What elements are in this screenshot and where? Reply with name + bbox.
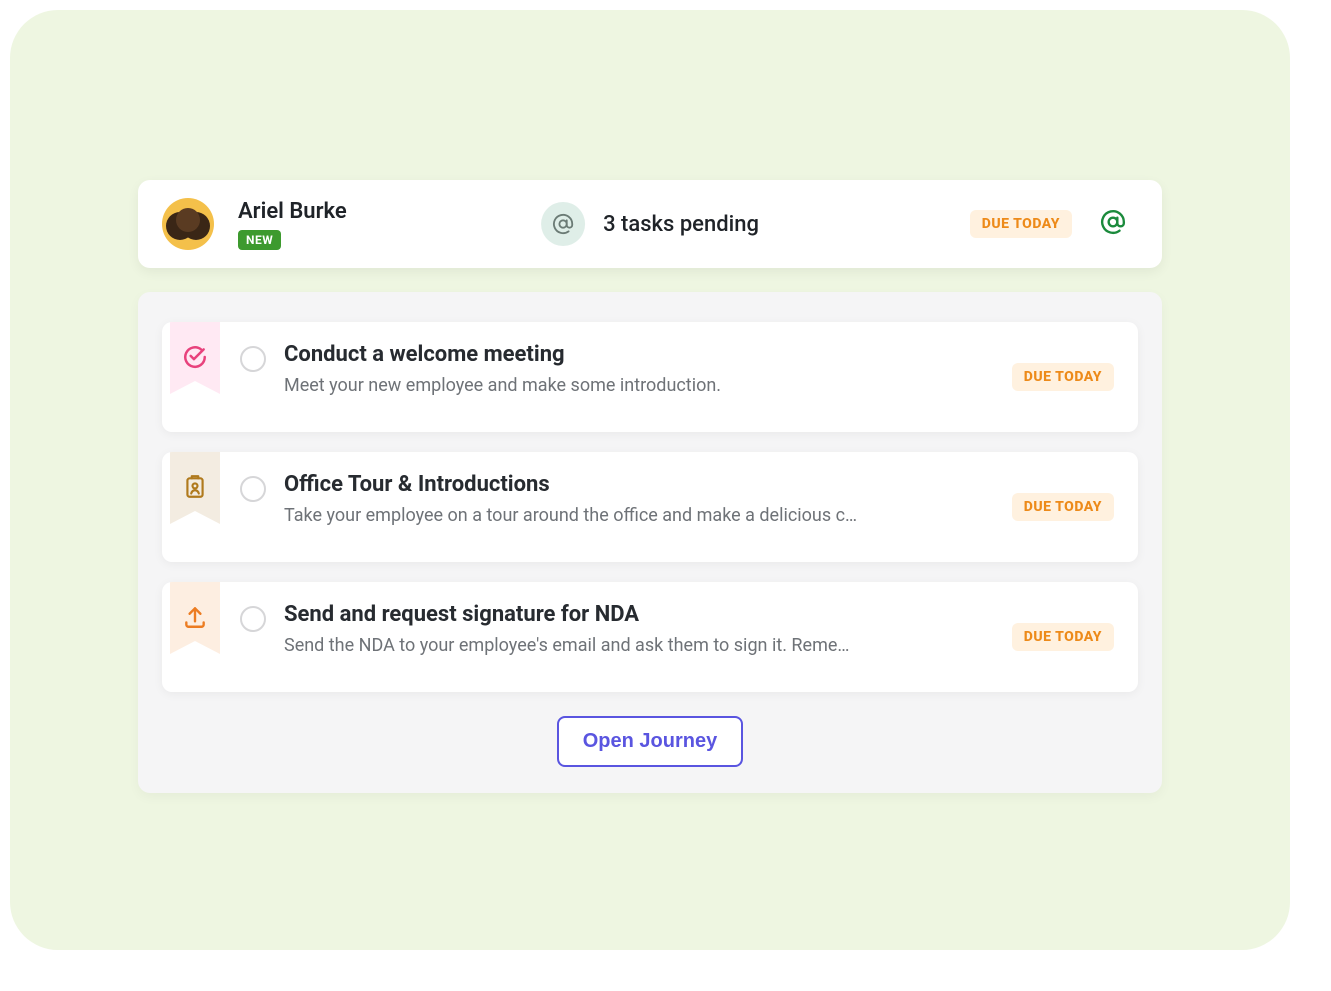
task-complete-checkbox[interactable] — [240, 476, 266, 502]
name-block: Ariel Burke NEW — [238, 199, 347, 250]
task-complete-checkbox[interactable] — [240, 606, 266, 632]
tasks-panel: Conduct a welcome meeting Meet your new … — [138, 292, 1162, 793]
task-title: Send and request signature for NDA — [284, 602, 1004, 627]
task-checkbox-col — [228, 452, 278, 562]
upload-icon — [182, 604, 208, 634]
task-card[interactable]: Conduct a welcome meeting Meet your new … — [162, 322, 1138, 432]
id-badge-icon — [182, 474, 208, 504]
task-title: Conduct a welcome meeting — [284, 342, 1004, 367]
person-name: Ariel Burke — [238, 199, 347, 224]
task-right: DUE TODAY — [1012, 582, 1138, 692]
task-card[interactable]: Send and request signature for NDA Send … — [162, 582, 1138, 692]
task-ribbon — [162, 582, 228, 692]
task-checkbox-col — [228, 322, 278, 432]
task-body: Conduct a welcome meeting Meet your new … — [278, 322, 1012, 432]
task-description: Take your employee on a tour around the … — [284, 505, 924, 526]
task-body: Office Tour & Introductions Take your em… — [278, 452, 1012, 562]
task-description: Meet your new employee and make some int… — [284, 375, 924, 396]
check-circle-icon — [182, 344, 208, 374]
at-icon — [541, 202, 585, 246]
task-title: Office Tour & Introductions — [284, 472, 1004, 497]
task-body: Send and request signature for NDA Send … — [278, 582, 1012, 692]
task-ribbon — [162, 322, 228, 432]
task-complete-checkbox[interactable] — [240, 346, 266, 372]
due-today-badge: DUE TODAY — [1012, 493, 1114, 521]
stage: Ariel Burke NEW 3 tasks pending DUE TODA… — [10, 10, 1290, 950]
at-icon[interactable] — [1100, 209, 1126, 239]
due-today-badge: DUE TODAY — [1012, 623, 1114, 651]
task-card[interactable]: Office Tour & Introductions Take your em… — [162, 452, 1138, 562]
due-today-badge: DUE TODAY — [970, 210, 1072, 238]
task-description: Send the NDA to your employee's email an… — [284, 635, 924, 656]
task-ribbon — [162, 452, 228, 562]
person-header-card[interactable]: Ariel Burke NEW 3 tasks pending DUE TODA… — [138, 180, 1162, 268]
new-badge: NEW — [238, 230, 281, 250]
open-journey-button[interactable]: Open Journey — [557, 716, 743, 767]
task-right: DUE TODAY — [1012, 452, 1138, 562]
due-today-badge: DUE TODAY — [1012, 363, 1114, 391]
tasks-pending-label: 3 tasks pending — [603, 212, 759, 237]
header-right: DUE TODAY — [970, 209, 1126, 239]
header-center: 3 tasks pending — [541, 202, 759, 246]
task-checkbox-col — [228, 582, 278, 692]
avatar[interactable] — [162, 198, 214, 250]
task-right: DUE TODAY — [1012, 322, 1138, 432]
